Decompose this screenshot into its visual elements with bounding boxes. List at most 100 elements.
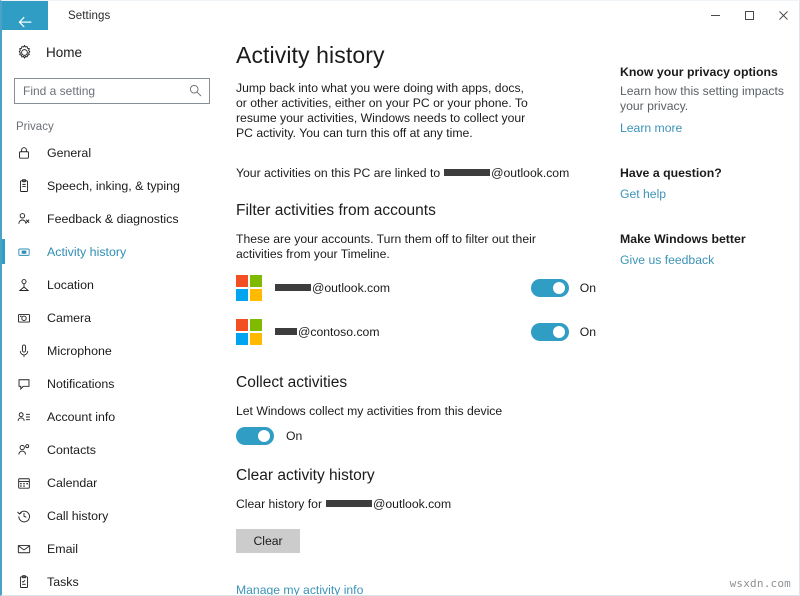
rail-block: Make Windows better Give us feedback	[620, 232, 790, 269]
toggle-knob	[553, 326, 565, 338]
toggle-knob	[553, 282, 565, 294]
microphone-icon	[16, 343, 42, 359]
account-filter-toggle[interactable]	[531, 279, 569, 297]
sidebar-item-label: Account info	[42, 410, 115, 424]
sidebar-item-general[interactable]: General	[2, 136, 230, 169]
sidebar-item-label: Notifications	[42, 377, 115, 391]
account-toggle-state: On	[580, 325, 596, 339]
sidebar-item-contacts[interactable]: Contacts	[2, 433, 230, 466]
minimize-icon	[710, 10, 721, 21]
sidebar-item-tasks[interactable]: Tasks	[2, 565, 230, 596]
clear-history-label: Clear history for @outlook.com	[236, 497, 610, 511]
sidebar-item-label: Camera	[42, 311, 91, 325]
rail-block-list: Know your privacy optionsLearn how this …	[620, 65, 790, 269]
account-email-suffix: @contoso.com	[298, 325, 379, 339]
rail-block-heading: Make Windows better	[620, 232, 790, 246]
search-box[interactable]	[14, 78, 210, 104]
redacted-email-bar	[326, 500, 372, 507]
feedback-person-icon	[16, 211, 42, 227]
sidebar-item-feedback-diagnostics[interactable]: Feedback & diagnostics	[2, 202, 230, 235]
calendar-icon	[16, 475, 32, 491]
sidebar-item-speech-inking-typing[interactable]: Speech, inking, & typing	[2, 169, 230, 202]
clear-history-label-prefix: Clear history for	[236, 497, 322, 511]
rail-block-link[interactable]: Learn more	[620, 121, 682, 135]
minimize-button[interactable]	[698, 1, 732, 30]
collect-section-heading: Collect activities	[236, 374, 610, 392]
sidebar-item-microphone[interactable]: Microphone	[2, 334, 230, 367]
sidebar-item-notifications[interactable]: Notifications	[2, 367, 230, 400]
sidebar-item-label: Call history	[42, 509, 108, 523]
contacts-icon	[16, 442, 32, 458]
collect-activities-label: Let Windows collect my activities from t…	[236, 404, 610, 418]
linked-account-line: Your activities on this PC are linked to…	[236, 166, 610, 180]
microphone-icon	[16, 343, 32, 359]
account-row: @outlook.com On	[236, 268, 610, 308]
collect-activities-toggle[interactable]	[236, 427, 274, 445]
maximize-button[interactable]	[732, 1, 766, 30]
sidebar-item-camera[interactable]: Camera	[2, 301, 230, 334]
gear-icon	[16, 44, 42, 61]
notification-bubble-icon	[16, 376, 32, 392]
account-toggle-area: On	[531, 323, 610, 341]
account-email: @outlook.com	[275, 281, 390, 295]
clipboard-icon	[16, 178, 42, 194]
close-button[interactable]	[766, 1, 800, 30]
search-input[interactable]	[15, 79, 209, 103]
main-content: Activity history Jump back into what you…	[230, 30, 610, 596]
filter-section-description: These are your accounts. Turn them off t…	[236, 232, 538, 262]
sidebar-item-location[interactable]: Location	[2, 268, 230, 301]
sidebar-item-home[interactable]: Home	[2, 37, 230, 67]
sidebar-item-call-history[interactable]: Call history	[2, 499, 230, 532]
back-arrow-icon	[18, 16, 33, 29]
location-pin-icon	[16, 277, 32, 293]
sidebar-item-label: Speech, inking, & typing	[42, 179, 180, 193]
sidebar-item-label: Feedback & diagnostics	[42, 212, 179, 226]
sidebar-item-label: Activity history	[42, 245, 126, 259]
call-history-clock-icon	[16, 508, 42, 524]
sidebar-item-account-info[interactable]: Account info	[2, 400, 230, 433]
rail-block: Know your privacy optionsLearn how this …	[620, 65, 790, 137]
account-row: @contoso.com On	[236, 312, 610, 352]
manage-activity-info-link[interactable]: Manage my activity info	[236, 583, 363, 596]
sidebar-item-label: Microphone	[42, 344, 112, 358]
account-toggle-state: On	[580, 281, 596, 295]
account-info-icon	[16, 409, 32, 425]
activity-history-icon	[16, 244, 32, 260]
collect-activities-toggle-state: On	[286, 429, 302, 443]
sidebar-item-label: Tasks	[42, 575, 79, 589]
sidebar-item-email[interactable]: Email	[2, 532, 230, 565]
navigation-sidebar: Home Privacy General Speech, inking, & ty…	[2, 30, 230, 596]
sidebar-item-label: Location	[42, 278, 94, 292]
related-settings-rail: Know your privacy optionsLearn how this …	[612, 30, 800, 596]
notification-bubble-icon	[16, 376, 42, 392]
account-email: @contoso.com	[275, 325, 379, 339]
clipboard-icon	[16, 178, 32, 194]
account-toggle-area: On	[531, 279, 610, 297]
linked-account-suffix: @outlook.com	[491, 166, 569, 180]
maximize-icon	[744, 10, 755, 21]
call-history-clock-icon	[16, 508, 32, 524]
sidebar-group-title: Privacy	[2, 121, 230, 133]
location-pin-icon	[16, 277, 42, 293]
window-title: Settings	[48, 1, 110, 30]
rail-block-link[interactable]: Give us feedback	[620, 253, 714, 267]
sidebar-item-label: General	[42, 146, 91, 160]
title-bar: Settings	[2, 1, 800, 30]
rail-block-link[interactable]: Get help	[620, 187, 666, 201]
collect-activities-toggle-row: On	[236, 427, 610, 445]
account-info-icon	[16, 409, 42, 425]
settings-window: Settings	[0, 0, 800, 596]
search-icon	[189, 84, 202, 102]
account-filter-toggle[interactable]	[531, 323, 569, 341]
sidebar-item-calendar[interactable]: Calendar	[2, 466, 230, 499]
calendar-icon	[16, 475, 42, 491]
email-envelope-icon	[16, 541, 42, 557]
sidebar-item-label: Calendar	[42, 476, 97, 490]
clear-button[interactable]: Clear	[236, 529, 300, 553]
camera-icon	[16, 310, 42, 326]
sidebar-item-list: General Speech, inking, & typing Feedback …	[2, 136, 230, 596]
page-title: Activity history	[236, 42, 610, 69]
linked-account-prefix: Your activities on this PC are linked to	[236, 166, 440, 180]
sidebar-item-label: Contacts	[42, 443, 96, 457]
sidebar-item-activity-history[interactable]: Activity history	[2, 235, 230, 268]
